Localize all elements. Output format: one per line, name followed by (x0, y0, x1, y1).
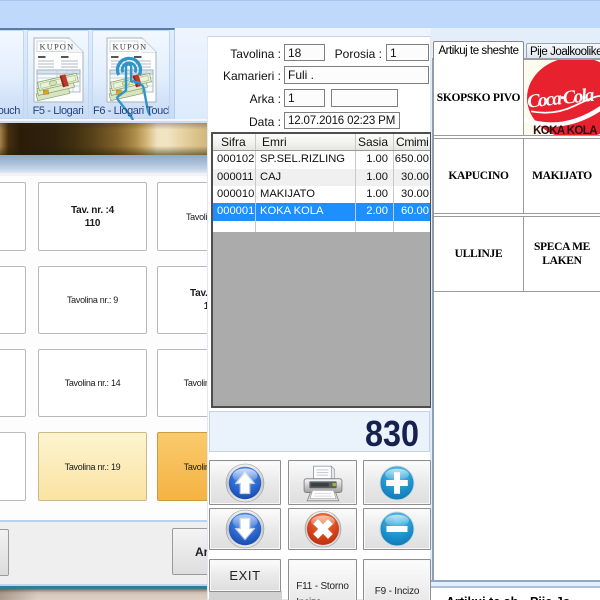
svg-text:KOKA KOLA: KOKA KOLA (533, 125, 597, 135)
